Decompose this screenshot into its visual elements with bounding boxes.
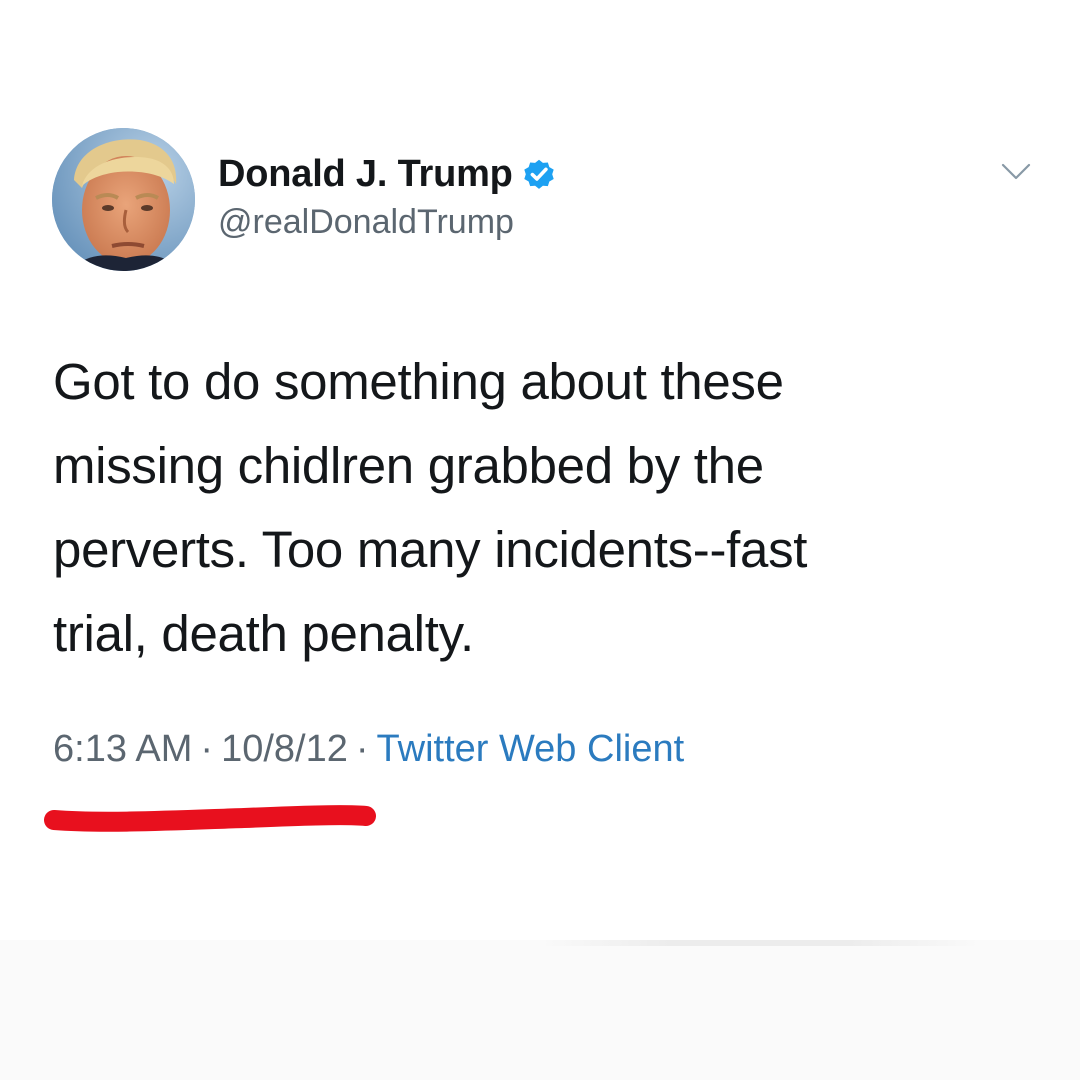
chevron-down-icon[interactable] (1000, 160, 1032, 184)
avatar[interactable] (52, 128, 195, 271)
red-underline-annotation (44, 805, 376, 832)
avatar-portrait (52, 128, 195, 271)
user-handle[interactable]: @realDonaldTrump (218, 203, 514, 242)
tweet-time[interactable]: 6:13 AM (53, 728, 192, 770)
author-name-row: Donald J. Trump (218, 150, 557, 198)
tweet-date[interactable]: 10/8/12 (221, 728, 348, 770)
display-name[interactable]: Donald J. Trump (218, 153, 513, 196)
tweet-meta: 6:13 AM · 10/8/12 · Twitter Web Client (53, 728, 684, 771)
meta-separator: · (355, 728, 369, 770)
tweet-text-line: missing chidlren grabbed by the (53, 437, 764, 494)
verified-badge-icon (524, 159, 554, 189)
tweet-screenshot: Donald J. Trump @realDonaldTrump Got to … (0, 0, 1080, 1080)
tweet-card: Donald J. Trump @realDonaldTrump Got to … (0, 0, 1080, 940)
meta-separator: · (200, 728, 214, 770)
tweet-text-line: trial, death penalty. (53, 605, 474, 662)
tweet-text: Got to do something about these missing … (53, 340, 993, 676)
tweet-text-line: perverts. Too many incidents--fast (53, 521, 808, 578)
bottom-band (0, 940, 1080, 1080)
shadow-edge (540, 940, 980, 946)
tweet-text-line: Got to do something about these (53, 353, 784, 410)
tweet-source-link[interactable]: Twitter Web Client (377, 728, 685, 770)
